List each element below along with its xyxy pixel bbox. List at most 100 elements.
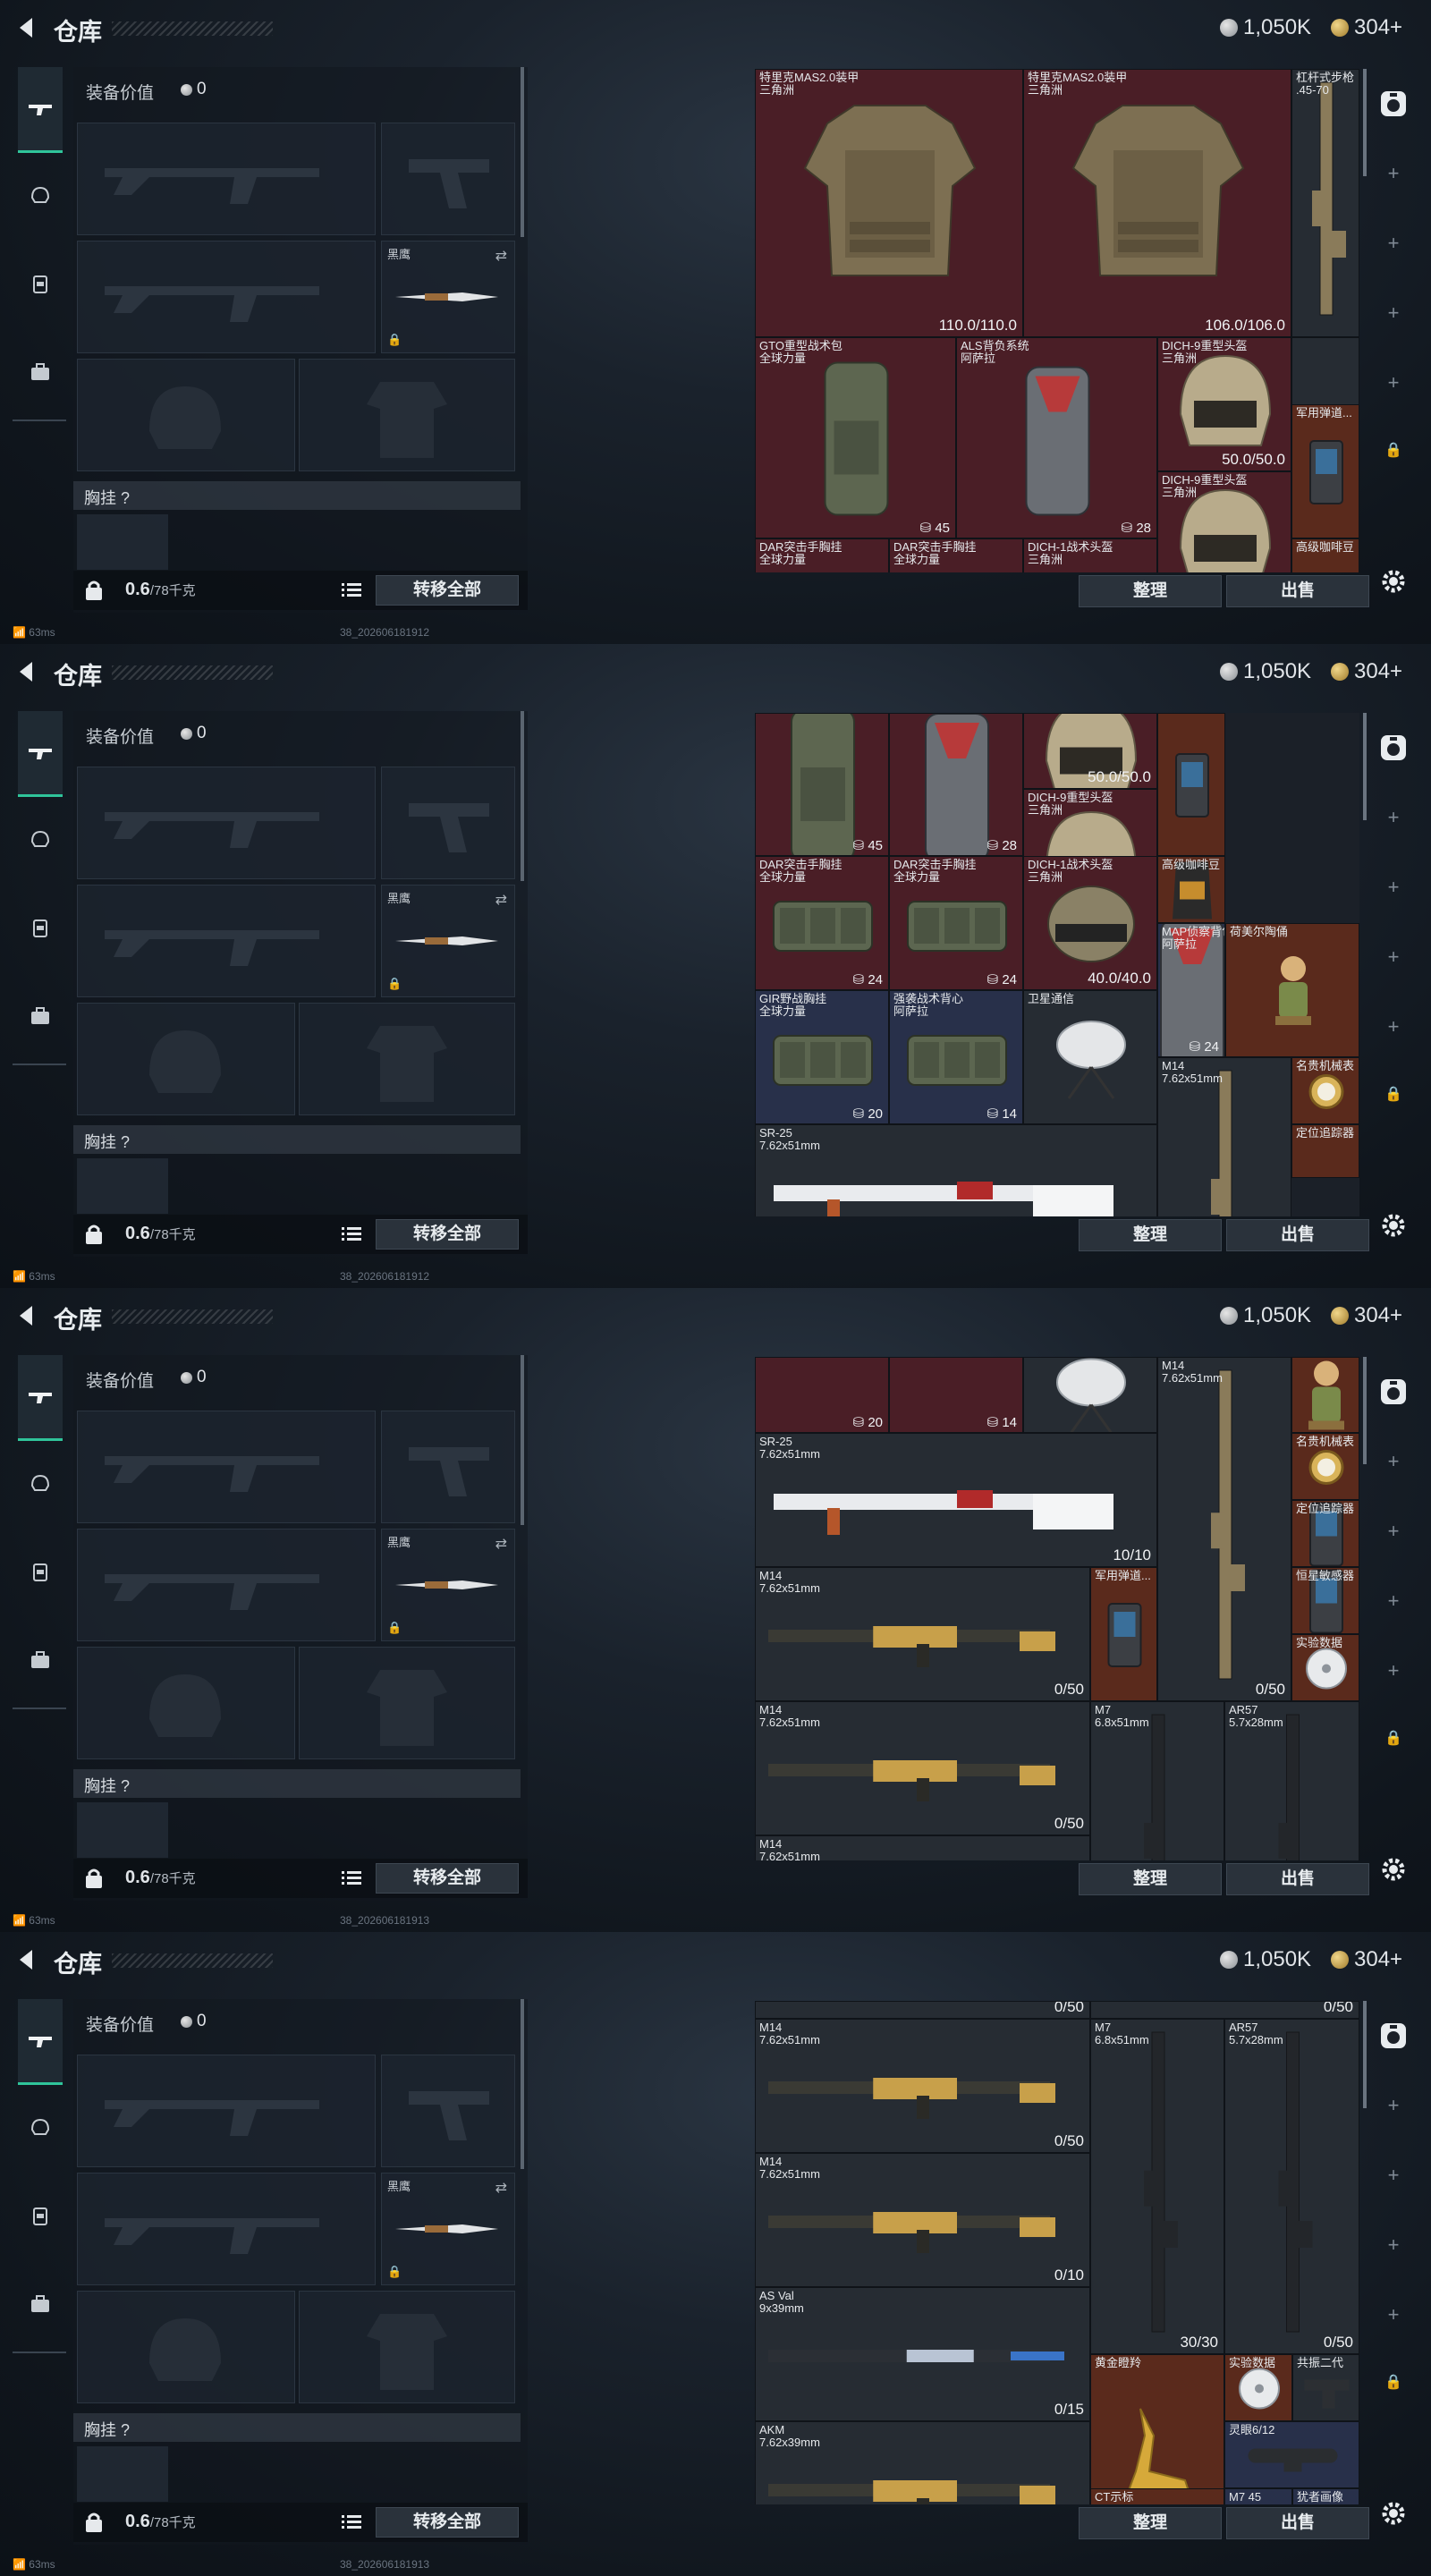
stash-item[interactable]: 0/50	[755, 2001, 1090, 2019]
chest-rig-header[interactable]: 胸挂 ?	[73, 1769, 521, 1798]
stash-item[interactable]: GTO重型战术包 全球力量 ⛁ 45	[755, 337, 956, 538]
lock-icon[interactable]: 🔒	[1377, 1079, 1410, 1111]
loadout-scrollbar[interactable]	[521, 67, 524, 237]
loadout-scrollbar[interactable]	[521, 1355, 524, 1525]
stash-item[interactable]: CT示标	[1090, 2488, 1224, 2504]
stash-item[interactable]: 实验数据	[1224, 2354, 1292, 2421]
gold-currency[interactable]: 304+	[1331, 659, 1402, 684]
nav-vest[interactable]	[20, 1552, 61, 1593]
plus-icon[interactable]: +	[1377, 297, 1410, 329]
stash-item[interactable]: 定位追踪器	[1291, 1124, 1359, 1178]
stash-item[interactable]: 特里克MAS2.0装甲 三角洲 106.0/106.0	[1023, 69, 1291, 337]
transfer-all-button[interactable]: 转移全部	[376, 1219, 519, 1250]
stash-item[interactable]: MAP侦察背包 阿萨拉 ⛁24	[1157, 923, 1225, 1057]
stash-item[interactable]	[1023, 1357, 1157, 1433]
stash-item[interactable]: ⛁ 14	[889, 1357, 1023, 1433]
list-icon[interactable]	[342, 2515, 361, 2529]
list-icon[interactable]	[342, 1227, 361, 1241]
secondary-weapon-slot[interactable]	[77, 885, 376, 997]
stash-item[interactable]: 卫星通信	[1023, 990, 1157, 1124]
stash-item[interactable]: DAR突击手胸挂 全球力量 ⛁ 24	[889, 856, 1023, 990]
nav-backpack[interactable]	[20, 2284, 61, 2325]
stash-item[interactable]: 杠杆式步枪 .45-70	[1291, 69, 1359, 337]
stash-item[interactable]: ⛁ 28	[889, 713, 1023, 856]
nav-backpack[interactable]	[20, 1640, 61, 1681]
lock-icon[interactable]: 🔒	[1377, 1723, 1410, 1755]
stash-item[interactable]: ALS背负系统 阿萨拉 ⛁ 28	[956, 337, 1157, 538]
stash-scrollbar[interactable]	[1363, 1357, 1367, 1464]
sell-button[interactable]: 出售	[1226, 1863, 1369, 1895]
chest-rig-slot[interactable]	[77, 514, 168, 570]
stash-item[interactable]: DICH-9重型头盔 三角洲 50.0/50.0	[1157, 337, 1291, 471]
list-icon[interactable]	[342, 1871, 361, 1885]
pistol-slot[interactable]	[381, 2055, 515, 2167]
lock-icon[interactable]: 🔒	[1377, 435, 1410, 467]
stash-item[interactable]: AR57 5.7x28mm 0/50	[1224, 2019, 1359, 2354]
gear-icon[interactable]	[1377, 565, 1410, 597]
stash-item[interactable]	[1157, 713, 1225, 856]
primary-weapon-slot[interactable]	[77, 123, 376, 235]
swap-icon[interactable]: ⇄	[495, 247, 507, 265]
chest-rig-slot[interactable]	[77, 1802, 168, 1858]
armor-slot[interactable]	[299, 1003, 515, 1115]
stash-item[interactable]: 高级咖啡豆	[1291, 538, 1359, 572]
back-arrow-icon[interactable]	[16, 660, 38, 683]
plus-icon[interactable]: +	[1377, 2229, 1410, 2261]
safe-icon[interactable]	[1377, 88, 1410, 120]
list-icon[interactable]	[342, 583, 361, 597]
plus-icon[interactable]: +	[1377, 2089, 1410, 2122]
stash-item[interactable]: ⛁ 20	[755, 1357, 889, 1433]
stash-item[interactable]: M14 7.62x51mm 0/50	[755, 1701, 1090, 1835]
nav-backpack[interactable]	[20, 352, 61, 393]
stash-item[interactable]: 犹者画像	[1292, 2488, 1359, 2504]
gold-currency[interactable]: 304+	[1331, 1303, 1402, 1328]
plus-icon[interactable]: +	[1377, 1655, 1410, 1687]
nav-vest[interactable]	[20, 908, 61, 949]
sort-button[interactable]: 整理	[1079, 575, 1222, 607]
stash-item[interactable]: M7 6.8x51mm 30/30	[1090, 2019, 1224, 2354]
stash-item[interactable]: 恒星敏感器	[1291, 1567, 1359, 1634]
stash-item[interactable]: DAR突击手胸挂 全球力量	[755, 538, 889, 572]
stash-item[interactable]: ⛁ 45	[755, 713, 889, 856]
armor-slot[interactable]	[299, 2291, 515, 2403]
nav-vest[interactable]	[20, 2196, 61, 2237]
chest-rig-slot[interactable]	[77, 2446, 168, 2502]
melee-slot[interactable]: 黑鹰 ⇄ 🔒	[381, 1529, 515, 1641]
back-arrow-icon[interactable]	[16, 16, 38, 39]
plus-icon[interactable]: +	[1377, 941, 1410, 973]
gold-currency[interactable]: 304+	[1331, 15, 1402, 40]
stash-item[interactable]: DICH-1战术头盔 三角洲	[1023, 538, 1157, 572]
stash-item[interactable]: 名贵机械表	[1291, 1433, 1359, 1500]
plus-icon[interactable]: +	[1377, 801, 1410, 834]
chest-rig-header[interactable]: 胸挂 ?	[73, 481, 521, 510]
secondary-weapon-slot[interactable]	[77, 2173, 376, 2285]
stash-item[interactable]: M14 7.62x51mm	[755, 1835, 1090, 1860]
stash-item[interactable]: M14 7.62x51mm 0/50	[1157, 1357, 1291, 1701]
plus-icon[interactable]: +	[1377, 367, 1410, 399]
nav-helmet[interactable]	[20, 2106, 61, 2148]
sort-button[interactable]: 整理	[1079, 1219, 1222, 1251]
sell-button[interactable]: 出售	[1226, 2507, 1369, 2539]
stash-item[interactable]: M14 7.62x51mm 0/10	[755, 2153, 1090, 2287]
stash-item[interactable]: M14 7.62x51mm 0/50	[755, 1567, 1090, 1701]
nav-weapons[interactable]	[18, 711, 63, 797]
loadout-scrollbar[interactable]	[521, 711, 524, 881]
transfer-all-button[interactable]: 转移全部	[376, 575, 519, 606]
stash-item[interactable]: M14 7.62x51mm	[1157, 1057, 1291, 1216]
chest-rig-header[interactable]: 胸挂 ?	[73, 2413, 521, 2442]
stash-item[interactable]: 50.0/50.0	[1023, 713, 1157, 789]
gear-icon[interactable]	[1377, 2497, 1410, 2529]
stash-item[interactable]: SR-25 7.62x51mm 10/10	[755, 1433, 1157, 1567]
stash-item[interactable]: 实验数据	[1291, 1634, 1359, 1701]
safe-icon[interactable]	[1377, 732, 1410, 764]
stash-item[interactable]: DAR突击手胸挂 全球力量	[889, 538, 1023, 572]
swap-icon[interactable]: ⇄	[495, 1535, 507, 1553]
stash-scrollbar[interactable]	[1363, 69, 1367, 176]
helmet-slot[interactable]	[77, 1647, 295, 1759]
stash-item[interactable]: AKM 7.62x39mm	[755, 2421, 1090, 2504]
melee-slot[interactable]: 黑鹰 ⇄ 🔒	[381, 241, 515, 353]
stash-item[interactable]: 黄金瞪羚	[1090, 2354, 1224, 2504]
nav-helmet[interactable]	[20, 174, 61, 216]
armor-slot[interactable]	[299, 1647, 515, 1759]
plus-icon[interactable]: +	[1377, 1585, 1410, 1617]
